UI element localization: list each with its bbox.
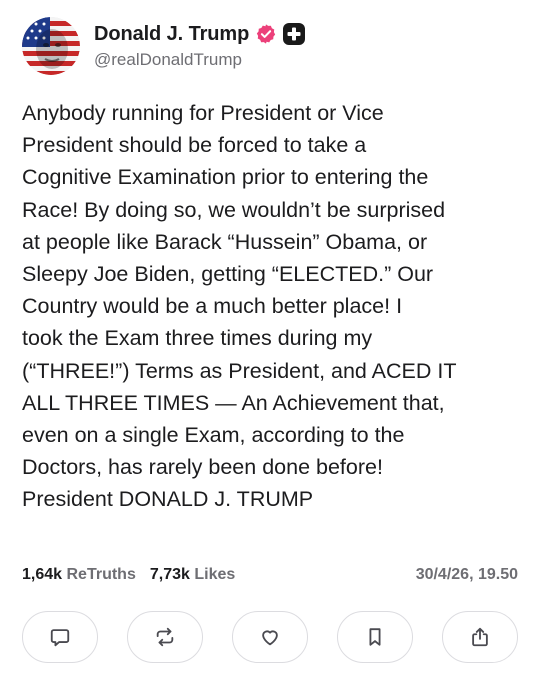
retruths-count: 1,64k [22,566,63,583]
share-icon [472,627,488,647]
plus-badge-icon [283,23,306,45]
avatar[interactable] [22,17,80,75]
share-button[interactable] [442,611,518,663]
likes-stat[interactable]: 7,73k Likes [150,566,235,584]
like-button[interactable] [232,611,308,663]
post-stats: 1,64k ReTruths 7,73k Likes 30/4/26, 19.5… [22,563,518,587]
reply-button[interactable] [22,611,98,663]
retruths-label: ReTruths [66,566,136,583]
retruths-stat[interactable]: 1,64k ReTruths [22,566,136,584]
comment-icon [50,629,70,647]
bookmark-button[interactable] [337,611,413,663]
action-bar [22,611,518,663]
post-text: Anybody running for President or Vice Pr… [22,101,457,512]
display-name[interactable]: Donald J. Trump [94,23,249,46]
avatar-image [22,17,80,75]
likes-label: Likes [194,566,236,583]
retruth-icon [156,627,174,647]
bookmark-icon [369,628,381,646]
verified-badge-icon [255,23,277,45]
user-handle[interactable]: @realDonaldTrump [94,50,305,70]
name-row: Donald J. Trump [94,23,306,46]
likes-count: 7,73k [149,566,190,583]
retruth-button[interactable] [127,611,203,663]
post-header: Donald J. Trump @realDonaldTrump [22,16,306,76]
post-timestamp: 30/4/26, 19.50 [415,566,518,583]
author-info: Donald J. Trump @realDonaldTrump [94,23,306,70]
heart-icon [262,630,278,646]
